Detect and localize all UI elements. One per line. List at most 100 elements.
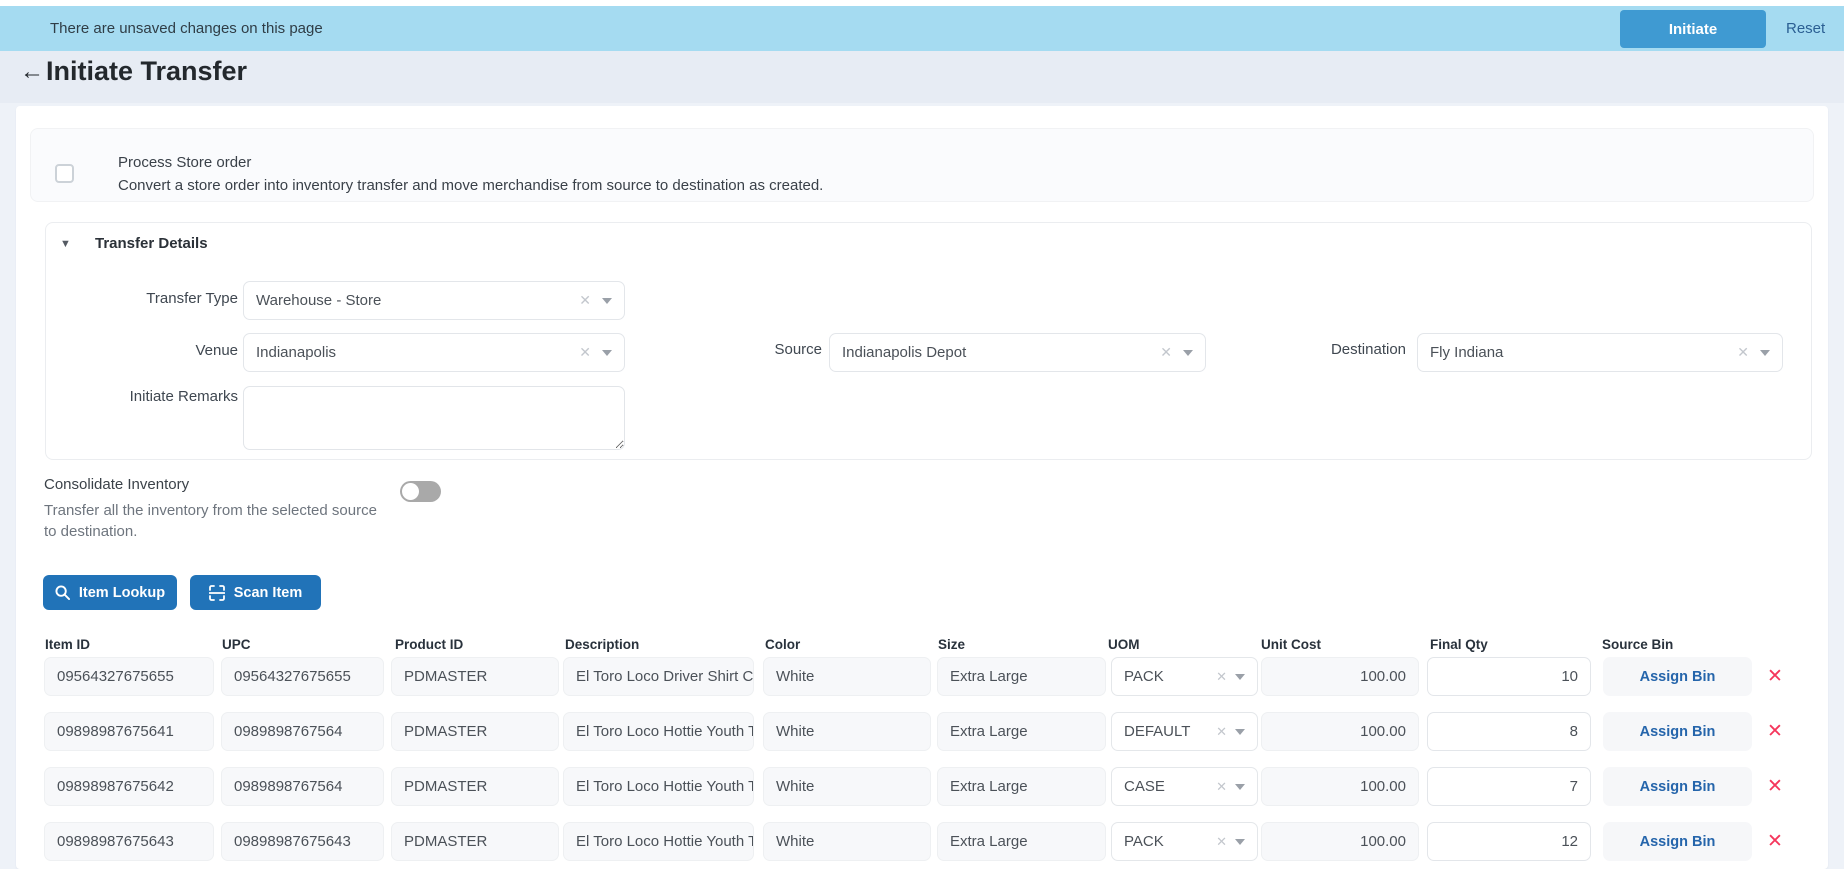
delete-row-icon[interactable]: ✕ bbox=[1760, 822, 1790, 861]
initiate-remarks-textarea[interactable] bbox=[243, 386, 625, 450]
uom-select[interactable]: PACK ✕ bbox=[1111, 657, 1258, 696]
item-lookup-label: Item Lookup bbox=[78, 584, 166, 601]
size-input[interactable]: Extra Large bbox=[937, 712, 1106, 751]
assign-bin-button[interactable]: Assign Bin bbox=[1603, 767, 1752, 806]
unit-cost-field: 100.00 bbox=[1261, 657, 1419, 696]
column-header-final-qty: Final Qty bbox=[1430, 637, 1488, 652]
upc-input[interactable]: 0989898767564 bbox=[221, 712, 384, 751]
upc-input[interactable]: 0989898767564 bbox=[221, 767, 384, 806]
final-qty-input[interactable]: 12 bbox=[1427, 822, 1591, 861]
description-input[interactable]: El Toro Loco Hottie Youth Te bbox=[563, 712, 754, 751]
description-input[interactable]: El Toro Loco Hottie Youth Te bbox=[563, 767, 754, 806]
item-id-input[interactable]: 09564327675655 bbox=[44, 657, 214, 696]
description-input[interactable]: El Toro Loco Driver Shirt Ca bbox=[563, 657, 754, 696]
assign-bin-button[interactable]: Assign Bin bbox=[1603, 822, 1752, 861]
transfer-type-label: Transfer Type bbox=[146, 290, 238, 307]
consolidate-inventory-label: Consolidate Inventory bbox=[44, 476, 190, 493]
clear-icon[interactable]: ✕ bbox=[1737, 344, 1749, 361]
scan-icon bbox=[208, 584, 225, 601]
source-select[interactable]: Indianapolis Depot ✕ bbox=[829, 333, 1206, 372]
color-input[interactable]: White bbox=[763, 657, 931, 696]
item-id-input[interactable]: 09898987675643 bbox=[44, 822, 214, 861]
destination-value: Fly Indiana bbox=[1430, 344, 1504, 361]
delete-row-icon[interactable]: ✕ bbox=[1760, 657, 1790, 696]
product-id-input[interactable]: PDMASTER bbox=[391, 822, 559, 861]
process-store-order-description: Convert a store order into inventory tra… bbox=[118, 177, 824, 194]
chevron-down-icon[interactable] bbox=[1235, 673, 1245, 680]
uom-value: DEFAULT bbox=[1124, 723, 1191, 740]
unit-cost-field: 100.00 bbox=[1261, 822, 1419, 861]
column-header-description: Description bbox=[565, 637, 640, 652]
size-input[interactable]: Extra Large bbox=[937, 657, 1106, 696]
delete-row-icon[interactable]: ✕ bbox=[1760, 712, 1790, 751]
column-header-size: Size bbox=[938, 637, 966, 652]
unsaved-changes-banner: There are unsaved changes on this page I… bbox=[0, 6, 1844, 51]
chevron-down-icon[interactable] bbox=[602, 297, 612, 304]
item-id-input[interactable]: 09898987675642 bbox=[44, 767, 214, 806]
clear-icon[interactable]: ✕ bbox=[1160, 344, 1172, 361]
item-id-input[interactable]: 09898987675641 bbox=[44, 712, 214, 751]
initiate-remarks-label: Initiate Remarks bbox=[129, 388, 238, 405]
consolidate-inventory-description: Transfer all the inventory from the sele… bbox=[44, 502, 377, 540]
final-qty-input[interactable]: 10 bbox=[1427, 657, 1591, 696]
color-input[interactable]: White bbox=[763, 712, 931, 751]
clear-icon[interactable]: ✕ bbox=[579, 292, 591, 309]
final-qty-input[interactable]: 7 bbox=[1427, 767, 1591, 806]
chevron-down-icon[interactable] bbox=[1235, 783, 1245, 790]
color-input[interactable]: White bbox=[763, 767, 931, 806]
destination-select[interactable]: Fly Indiana ✕ bbox=[1417, 333, 1783, 372]
product-id-input[interactable]: PDMASTER bbox=[391, 657, 559, 696]
uom-select[interactable]: CASE ✕ bbox=[1111, 767, 1258, 806]
source-label: Source bbox=[774, 341, 822, 358]
clear-icon[interactable]: ✕ bbox=[1216, 779, 1227, 795]
scan-item-button[interactable]: Scan Item bbox=[190, 575, 321, 610]
chevron-down-icon[interactable] bbox=[602, 349, 612, 356]
final-qty-input[interactable]: 8 bbox=[1427, 712, 1591, 751]
collapse-caret-icon[interactable]: ▼ bbox=[60, 238, 71, 250]
search-icon bbox=[55, 585, 70, 600]
assign-bin-button[interactable]: Assign Bin bbox=[1603, 712, 1752, 751]
product-id-input[interactable]: PDMASTER bbox=[391, 767, 559, 806]
toggle-knob-icon bbox=[402, 483, 419, 500]
table-row: 09898987675643 09898987675643 PDMASTER El T… bbox=[0, 822, 1844, 861]
clear-icon[interactable]: ✕ bbox=[579, 344, 591, 361]
column-header-uom: UOM bbox=[1108, 637, 1140, 652]
back-arrow-icon[interactable]: ← bbox=[20, 58, 44, 86]
chevron-down-icon[interactable] bbox=[1235, 728, 1245, 735]
clear-icon[interactable]: ✕ bbox=[1216, 834, 1227, 850]
uom-value: PACK bbox=[1124, 668, 1164, 685]
size-input[interactable]: Extra Large bbox=[937, 767, 1106, 806]
destination-label: Destination bbox=[1330, 341, 1406, 358]
upc-input[interactable]: 09564327675655 bbox=[221, 657, 384, 696]
uom-value: CASE bbox=[1124, 778, 1165, 795]
assign-bin-button[interactable]: Assign Bin bbox=[1603, 657, 1752, 696]
column-header-upc: UPC bbox=[222, 637, 251, 652]
table-row: 09564327675655 09564327675655 PDMASTER El T… bbox=[0, 657, 1844, 696]
clear-icon[interactable]: ✕ bbox=[1216, 669, 1227, 685]
initiate-button[interactable]: Initiate bbox=[1620, 10, 1766, 48]
description-input[interactable]: El Toro Loco Hottie Youth Ti bbox=[563, 822, 754, 861]
upc-input[interactable]: 09898987675643 bbox=[221, 822, 384, 861]
transfer-type-select[interactable]: Warehouse - Store ✕ bbox=[243, 281, 625, 320]
chevron-down-icon[interactable] bbox=[1235, 838, 1245, 845]
process-store-order-checkbox[interactable] bbox=[55, 164, 74, 183]
product-id-input[interactable]: PDMASTER bbox=[391, 712, 559, 751]
column-header-unit-cost: Unit Cost bbox=[1261, 637, 1321, 652]
clear-icon[interactable]: ✕ bbox=[1216, 724, 1227, 740]
transfer-type-value: Warehouse - Store bbox=[256, 292, 382, 309]
reset-link[interactable]: Reset bbox=[1786, 6, 1825, 51]
venue-select[interactable]: Indianapolis ✕ bbox=[243, 333, 625, 372]
color-input[interactable]: White bbox=[763, 822, 931, 861]
uom-select[interactable]: PACK ✕ bbox=[1111, 822, 1258, 861]
uom-select[interactable]: DEFAULT ✕ bbox=[1111, 712, 1258, 751]
chevron-down-icon[interactable] bbox=[1760, 349, 1770, 356]
item-lookup-button[interactable]: Item Lookup bbox=[43, 575, 177, 610]
venue-label: Venue bbox=[195, 342, 238, 359]
chevron-down-icon[interactable] bbox=[1183, 349, 1193, 356]
column-header-product-id: Product ID bbox=[395, 637, 464, 652]
transfer-details-title: Transfer Details bbox=[95, 235, 208, 252]
table-row: 09898987675642 0989898767564 PDMASTER El To… bbox=[0, 767, 1844, 806]
delete-row-icon[interactable]: ✕ bbox=[1760, 767, 1790, 806]
consolidate-inventory-toggle[interactable] bbox=[400, 481, 441, 502]
size-input[interactable]: Extra Large bbox=[937, 822, 1106, 861]
